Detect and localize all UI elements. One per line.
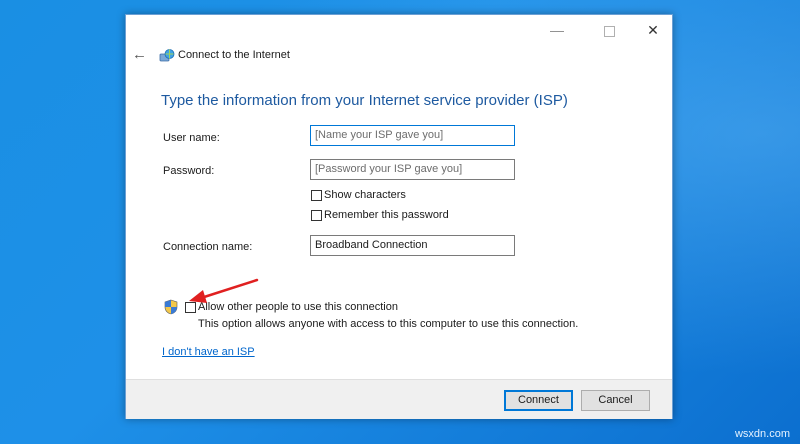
dialog-footer: Connect Cancel — [126, 379, 672, 419]
no-isp-link[interactable]: I don't have an ISP — [162, 346, 255, 358]
remember-password-label: Remember this password — [324, 209, 449, 221]
maximize-button[interactable] — [586, 15, 632, 45]
connection-name-label: Connection name: — [163, 241, 253, 253]
title-bar: — ✕ — [126, 15, 672, 45]
nav-bar: ← Connect to the Internet — [126, 45, 672, 67]
uac-shield-icon — [164, 299, 178, 315]
username-label: User name: — [163, 132, 220, 144]
allow-others-note: This option allows anyone with access to… — [198, 318, 579, 330]
watermark: wsxdn.com — [734, 428, 790, 440]
show-characters-label: Show characters — [324, 189, 406, 201]
connect-dialog: — ✕ ← Connect to the Internet Type the i… — [125, 14, 673, 419]
show-characters-checkbox[interactable] — [311, 190, 322, 201]
remember-password-checkbox[interactable] — [311, 210, 322, 221]
minimize-button[interactable]: — — [534, 15, 580, 45]
username-input[interactable]: [Name your ISP gave you] — [310, 125, 515, 146]
password-input[interactable]: [Password your ISP gave you] — [310, 159, 515, 180]
maximize-icon — [603, 25, 615, 37]
connection-name-input[interactable]: Broadband Connection — [310, 235, 515, 256]
close-button[interactable]: ✕ — [630, 15, 676, 45]
connect-button[interactable]: Connect — [504, 390, 573, 411]
page-heading: Type the information from your Internet … — [161, 92, 568, 109]
cancel-button[interactable]: Cancel — [581, 390, 650, 411]
annotation-arrow-icon — [189, 278, 259, 303]
window-title: Connect to the Internet — [178, 49, 290, 61]
back-arrow-icon[interactable]: ← — [132, 46, 147, 63]
password-label: Password: — [163, 165, 215, 177]
globe-network-icon — [159, 49, 175, 62]
